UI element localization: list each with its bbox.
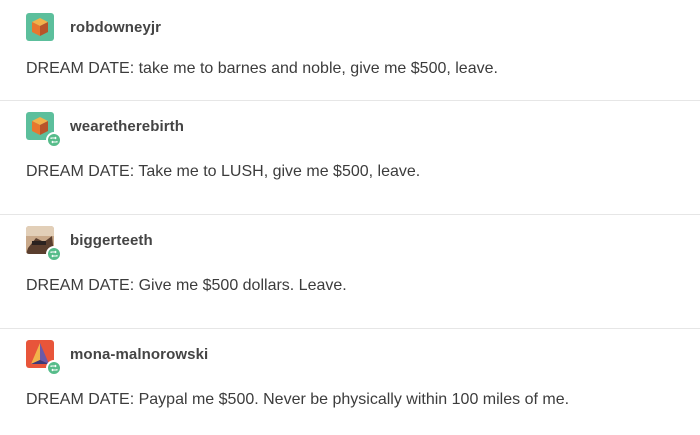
orange-cube-avatar-icon[interactable]	[26, 13, 54, 41]
post-header: mona-malnorowski	[26, 339, 208, 376]
reblog-icon	[46, 360, 62, 376]
username-link[interactable]: robdowneyjr	[70, 19, 161, 36]
post-header: biggerteeth	[26, 225, 153, 262]
post-text: DREAM DATE: take me to barnes and noble,…	[26, 60, 498, 77]
post-biggerteeth: biggerteeth DREAM DATE: Give me $500 dol…	[0, 215, 700, 329]
post-header: wearetherebirth	[26, 111, 184, 148]
post-wearetherebirth: wearetherebirth DREAM DATE: Take me to L…	[0, 101, 700, 215]
post-header: robdowneyjr	[26, 12, 161, 42]
orange-cube-avatar-icon[interactable]	[26, 112, 62, 148]
reblog-icon	[46, 132, 62, 148]
reblog-chain: robdowneyjr DREAM DATE: take me to barne…	[0, 0, 700, 435]
post-text: DREAM DATE: Paypal me $500. Never be phy…	[26, 391, 570, 408]
post-text: DREAM DATE: Take me to LUSH, give me $50…	[26, 163, 421, 180]
username-link[interactable]: mona-malnorowski	[70, 346, 208, 363]
post-text: DREAM DATE: Give me $500 dollars. Leave.	[26, 277, 347, 294]
post-robdowneyjr: robdowneyjr DREAM DATE: take me to barne…	[0, 0, 700, 101]
reblog-icon	[46, 246, 62, 262]
pyramid-avatar-icon[interactable]	[26, 340, 62, 376]
username-link[interactable]: wearetherebirth	[70, 118, 184, 135]
photo-avatar-icon[interactable]	[26, 226, 62, 262]
post-mona-malnorowski: mona-malnorowski DREAM DATE: Paypal me $…	[0, 329, 700, 435]
username-link[interactable]: biggerteeth	[70, 232, 153, 249]
